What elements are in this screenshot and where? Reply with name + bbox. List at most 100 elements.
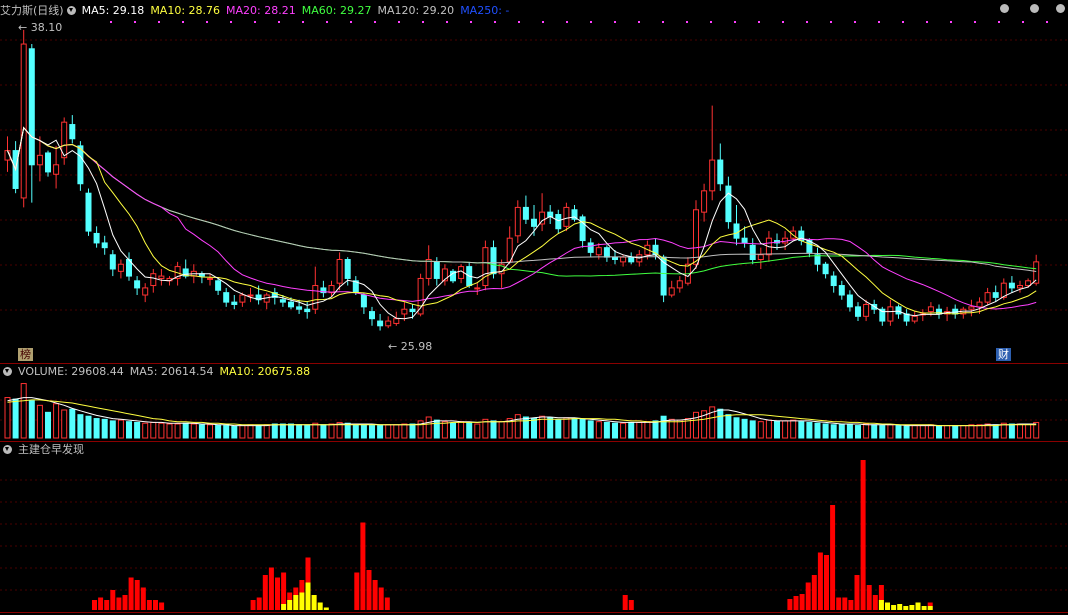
- volume-bar: [733, 417, 740, 439]
- candle-body: [77, 145, 84, 185]
- indicator-bar-yellow: [878, 600, 884, 610]
- candle-body: [579, 216, 586, 242]
- volume-bar: [863, 423, 870, 439]
- volume-bar: [126, 421, 132, 439]
- indicator-bar: [915, 602, 921, 610]
- volume-bar: [77, 414, 84, 439]
- volume-bar: [458, 421, 465, 439]
- marker-dot: [566, 21, 568, 23]
- candle-body: [863, 303, 870, 317]
- candle-body: [360, 294, 367, 308]
- indicator-bar: [122, 595, 128, 610]
- volume-bar: [984, 423, 991, 439]
- dropdown-icon[interactable]: [3, 367, 12, 376]
- indicator-bar: [885, 602, 890, 610]
- indicator-bar: [98, 597, 104, 610]
- candle-body: [393, 318, 400, 324]
- volume-bar: [385, 424, 392, 439]
- candlestick-chart[interactable]: [0, 0, 1068, 362]
- candle-body: [992, 292, 999, 298]
- volume-bar: [279, 423, 286, 439]
- candle-body: [231, 301, 238, 305]
- indicator-bar: [921, 606, 927, 610]
- candle-body: [822, 263, 829, 275]
- volume-bar: [976, 424, 983, 439]
- candle-body: [741, 237, 748, 244]
- volume-bar: [944, 425, 951, 439]
- candle-body: [385, 320, 392, 327]
- indicator-bar: [824, 555, 829, 610]
- volume-bar: [190, 423, 197, 439]
- indicator-bar: [799, 594, 805, 610]
- volume-bar: [798, 421, 805, 439]
- marker-dot: [710, 21, 712, 23]
- candle-body: [733, 223, 740, 239]
- dropdown-icon[interactable]: [3, 445, 12, 454]
- volume-bar: [255, 425, 262, 439]
- volume-bar: [271, 423, 278, 439]
- volume-bar: [571, 418, 578, 439]
- volume-bar: [109, 420, 116, 439]
- volume-bar: [490, 420, 497, 439]
- volume-bar: [620, 422, 627, 439]
- candle-body: [855, 306, 861, 317]
- volume-bar: [4, 397, 11, 439]
- candle-body: [522, 206, 529, 220]
- marker-dot: [494, 21, 496, 23]
- candle-body: [304, 308, 311, 313]
- finance-badge[interactable]: 财: [996, 348, 1011, 361]
- candle-body: [709, 159, 716, 192]
- marker-dot: [278, 21, 280, 23]
- candle-body: [1017, 285, 1023, 289]
- candle-body: [142, 287, 149, 296]
- volume-bar: [952, 425, 959, 439]
- volume-bar: [263, 424, 270, 439]
- candle-body: [595, 247, 602, 256]
- volume-bar: [61, 409, 68, 439]
- indicator-chart[interactable]: [0, 458, 1068, 613]
- marker-dot: [590, 21, 592, 23]
- indicator-bar: [817, 552, 823, 610]
- marker-dot: [398, 21, 400, 23]
- marker-dot: [662, 21, 664, 23]
- marker-dot: [614, 21, 616, 23]
- candle-body: [830, 275, 837, 287]
- candle-body: [377, 320, 384, 327]
- indicator-bar: [628, 600, 634, 610]
- candle-body: [676, 280, 683, 289]
- indicator-bar: [134, 580, 140, 610]
- volume-bar: [644, 421, 651, 439]
- volume-bar: [555, 419, 562, 439]
- indicator-bar: [128, 577, 134, 610]
- indicator-bar: [372, 580, 378, 610]
- candle-body: [976, 301, 983, 308]
- marker-dot: [734, 21, 736, 23]
- volume-chart[interactable]: [0, 380, 1068, 440]
- indicator-bar: [622, 595, 628, 610]
- volume-bar: [134, 421, 141, 439]
- candle-body: [344, 259, 351, 279]
- volume-ma10-line: [7, 399, 1037, 427]
- marker-dot: [854, 21, 856, 23]
- candle-body: [150, 273, 157, 287]
- volume-bar: [806, 421, 813, 439]
- candle-body: [28, 48, 35, 166]
- candle-body: [93, 232, 100, 244]
- candle-body: [620, 256, 627, 263]
- volume-bar: [174, 423, 181, 439]
- volume-bar: [85, 415, 92, 439]
- indicator-bar: [366, 570, 372, 610]
- volume-bar: [198, 424, 205, 439]
- rank-badge[interactable]: 榜: [18, 348, 33, 361]
- marker-dot: [998, 21, 1000, 23]
- indicator-bar: [872, 595, 878, 610]
- volume-bar: [871, 424, 878, 439]
- marker-dot: [782, 21, 784, 23]
- candle-body: [223, 292, 230, 303]
- indicator-bar: [384, 597, 390, 610]
- marker-dot: [326, 21, 328, 23]
- volume-bar: [717, 408, 724, 439]
- indicator-bar: [256, 597, 262, 610]
- marker-dot: [518, 21, 520, 23]
- candle-body: [757, 254, 764, 261]
